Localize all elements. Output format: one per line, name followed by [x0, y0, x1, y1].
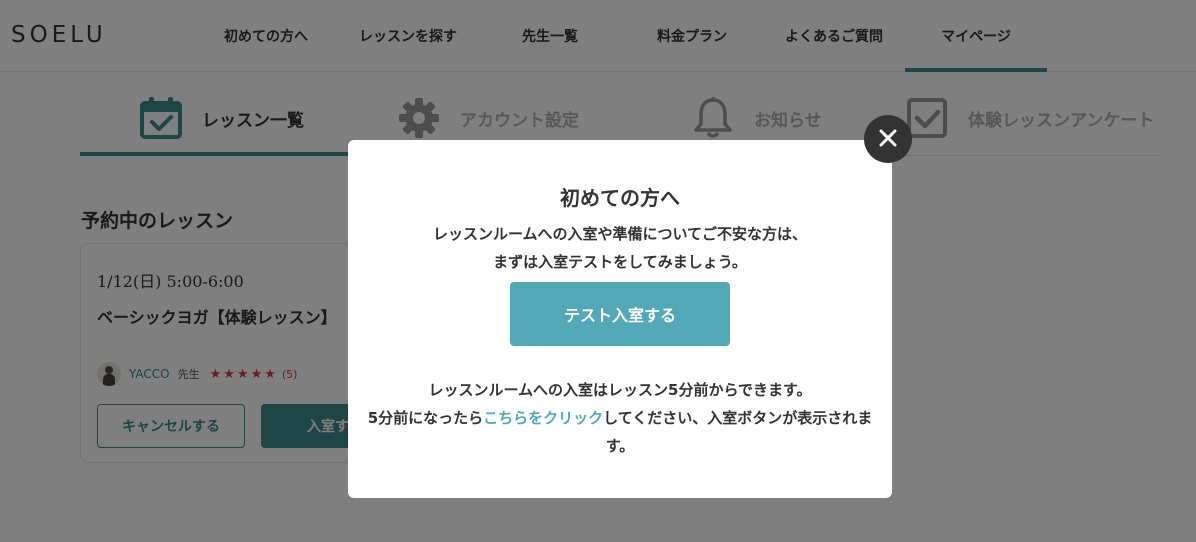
modal-intro-text: レッスンルームへの入室や準備についてご不安な方は、 まずは入室テストをしてみまし…: [432, 225, 808, 271]
close-button[interactable]: [864, 115, 912, 163]
modal-info-post: してください、入室ボタンが表示されます。: [603, 409, 873, 455]
modal-info-line1: レッスンルームへの入室はレッスン5分前からできます。: [428, 381, 812, 399]
modal-info-text: レッスンルームへの入室はレッスン5分前からできます。 5分前になったらこちらをク…: [362, 376, 878, 460]
click-here-link[interactable]: こちらをクリック: [483, 409, 603, 427]
modal-info-pre: 5分前になったら: [367, 409, 484, 427]
modal-info-line2: 5分前になったらこちらをクリックしてください、入室ボタンが表示されます。: [362, 404, 878, 460]
beginners-modal: 初めての方へ レッスンルームへの入室や準備についてご不安な方は、 まずは入室テス…: [348, 140, 892, 498]
close-icon: [878, 128, 898, 151]
modal-title: 初めての方へ: [560, 186, 680, 210]
test-entry-button[interactable]: テスト入室する: [510, 282, 730, 346]
